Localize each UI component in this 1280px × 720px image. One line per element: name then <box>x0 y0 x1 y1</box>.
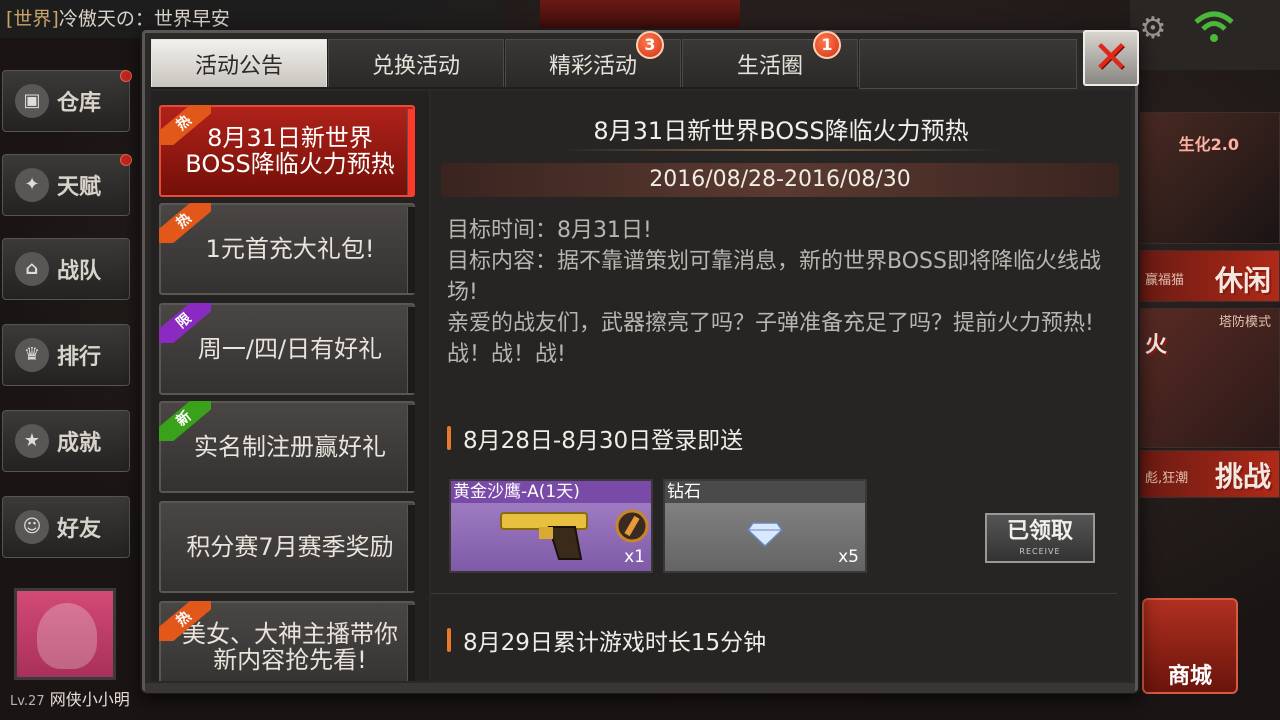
received-stamp: 已领取 RECEIVE <box>985 513 1095 563</box>
game-screen: [世界]冷傲天の：世界早安 ⚙ ▣ 仓库 ✦ 天赋 ⌂ 战队 ♛ 排行 ★ 成就 ☺ 好友 … <box>0 0 1280 720</box>
mode-casual-panel[interactable]: 赢福猫 休闲 <box>1138 250 1280 302</box>
top-banner-decoration <box>540 0 740 32</box>
tab-badge: 1 <box>813 31 841 59</box>
section-marker <box>447 426 451 450</box>
item-rail <box>407 109 415 195</box>
world-chat-text: 冷傲天の：世界早安 <box>58 8 230 30</box>
achievement-icon: ★ <box>15 424 49 458</box>
mode-challenge-panel[interactable]: 彪,狂潮 挑战 <box>1138 450 1280 498</box>
event-list-item[interactable]: 限 周一/四/日有好礼 <box>159 303 415 395</box>
tab-announcements[interactable]: 活动公告 <box>151 39 327 87</box>
player-info: Lv.27 网侠小小明 <box>10 690 130 709</box>
tab-featured-events[interactable]: 精彩活动 3 <box>505 31 681 87</box>
player-avatar[interactable] <box>14 588 116 680</box>
section-divider <box>431 593 1117 594</box>
tab-life-circle[interactable]: 生活圈 1 <box>682 31 858 87</box>
trophy-icon: ♛ <box>15 338 49 372</box>
wifi-icon <box>1194 11 1234 42</box>
section-marker <box>447 628 451 652</box>
menu-achievement-button[interactable]: ★ 成就 <box>2 410 130 472</box>
tab-badge: 3 <box>636 31 664 59</box>
limited-ribbon-icon: 限 <box>159 303 211 343</box>
title-underline <box>561 149 1001 151</box>
clan-icon: ⌂ <box>15 252 49 286</box>
new-ribbon-icon: 新 <box>159 401 211 441</box>
menu-warehouse-button[interactable]: ▣ 仓库 <box>2 70 130 132</box>
diamond-icon <box>747 522 783 547</box>
event-list-item[interactable]: 热 美女、大神主播带你新内容抢先看! <box>159 601 415 681</box>
tab-bar-filler <box>859 39 1077 89</box>
item-rail <box>407 605 415 681</box>
tab-exchange[interactable]: 兑换活动 <box>328 39 504 87</box>
reward-item[interactable]: 黄金沙鹰-A(1天) x1 <box>449 479 653 573</box>
tab-bar: 活动公告 兑换活动 精彩活动 3 生活圈 1 <box>151 31 1077 89</box>
menu-ranking-button[interactable]: ♛ 排行 <box>2 324 130 386</box>
event-description: 目标时间：8月31日! 目标内容：据不靠谱策划可靠消息，新的世界BOSS即将降临… <box>447 218 1101 367</box>
reward-item[interactable]: 钻石 x5 <box>663 479 867 573</box>
hot-ribbon-icon: 热 <box>159 601 211 641</box>
item-rail <box>407 207 415 293</box>
item-rail <box>407 405 415 491</box>
item-rail <box>407 505 415 591</box>
event-list-item[interactable]: 热 1元首充大礼包! <box>159 203 415 295</box>
event-list-item[interactable]: 积分赛7月赛季奖励 <box>159 501 415 593</box>
mode-biochem-panel[interactable]: 生化2.0 <box>1138 112 1280 244</box>
friends-icon: ☺ <box>15 510 49 544</box>
event-list: 热 8月31日新世界BOSS降临火力预热 热 1元首充大礼包! 限 周一/四/日… <box>151 91 429 681</box>
close-icon: ✕ <box>1092 32 1130 83</box>
gear-icon[interactable]: ⚙ <box>1136 12 1170 46</box>
menu-friends-button[interactable]: ☺ 好友 <box>2 496 130 558</box>
talent-icon: ✦ <box>15 168 49 202</box>
event-title: 8月31日新世界BOSS降临火力预热 <box>593 117 969 145</box>
section-playtime-reward: 8月29日累计游戏时长15分钟 <box>447 623 766 657</box>
item-rail <box>407 307 415 393</box>
event-detail: 8月31日新世界BOSS降临火力预热 2016/08/28-2016/08/30… <box>431 91 1131 681</box>
golden-pistol-icon <box>500 512 588 560</box>
world-chat-tag: [世界] <box>6 8 59 30</box>
notification-dot <box>120 154 132 166</box>
dialog-bottom-edge <box>145 683 1135 693</box>
cat-avatar-icon <box>37 603 97 669</box>
close-button[interactable]: ✕ <box>1083 30 1139 86</box>
ammo-icon <box>615 509 649 543</box>
section-login-reward: 8月28日-8月30日登录即送 <box>447 421 743 455</box>
mode-defense-panel[interactable]: 塔防模式 火 <box>1138 308 1280 448</box>
menu-clan-button[interactable]: ⌂ 战队 <box>2 238 130 300</box>
warehouse-icon: ▣ <box>15 84 49 118</box>
event-date-range: 2016/08/28-2016/08/30 <box>441 163 1119 197</box>
notification-dot <box>120 70 132 82</box>
event-list-item[interactable]: 热 8月31日新世界BOSS降临火力预热 <box>159 105 415 197</box>
menu-talent-button[interactable]: ✦ 天赋 <box>2 154 130 216</box>
hot-ribbon-icon: 热 <box>159 203 211 243</box>
hot-ribbon-icon: 热 <box>159 105 211 145</box>
event-dialog: 活动公告 兑换活动 精彩活动 3 生活圈 1 ✕ 热 8月31日新世界BOSS降临火… <box>142 30 1139 693</box>
shop-button[interactable]: 商城 <box>1142 598 1238 694</box>
event-list-item[interactable]: 新 实名制注册赢好礼 <box>159 401 415 493</box>
